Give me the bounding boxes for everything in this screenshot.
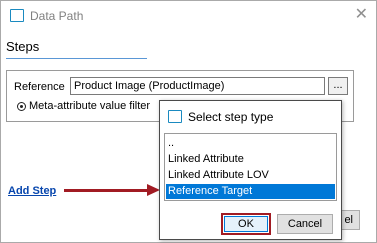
meta-attribute-filter-label: Meta-attribute value filter (29, 100, 151, 112)
steps-underline (6, 58, 147, 59)
close-icon[interactable]: ✕ (355, 6, 368, 24)
list-item-selected[interactable]: Reference Target (166, 184, 335, 199)
data-path-window: Data Path ✕ Steps Reference Product Imag… (0, 0, 377, 243)
ok-button[interactable]: OK (221, 213, 271, 235)
reference-label: Reference (14, 81, 65, 93)
select-step-type-dialog: Select step type .. Linked Attribute Lin… (159, 100, 342, 240)
cancel-button[interactable]: Cancel (277, 214, 333, 234)
radio-selected-icon[interactable] (17, 102, 26, 111)
window-title: Data Path (30, 9, 84, 23)
list-item[interactable]: Linked Attribute LOV (166, 168, 335, 183)
dialog-title-bar: Select step type (160, 101, 341, 131)
annotation-arrow-line (64, 189, 149, 192)
list-item[interactable]: Linked Attribute (166, 152, 335, 167)
add-step-link[interactable]: Add Step (8, 185, 56, 197)
title-bar: Data Path ✕ (1, 1, 376, 31)
dialog-window-icon (168, 110, 182, 123)
steps-header: Steps (6, 39, 40, 54)
browse-button[interactable]: ... (328, 77, 348, 95)
ok-button-label: OK (224, 216, 268, 232)
dialog-title: Select step type (188, 110, 274, 124)
step-type-list[interactable]: .. Linked Attribute Linked Attribute LOV… (164, 133, 337, 201)
window-icon (10, 9, 24, 22)
reference-field[interactable]: Product Image (ProductImage) (70, 77, 325, 95)
list-item[interactable]: .. (166, 136, 335, 151)
